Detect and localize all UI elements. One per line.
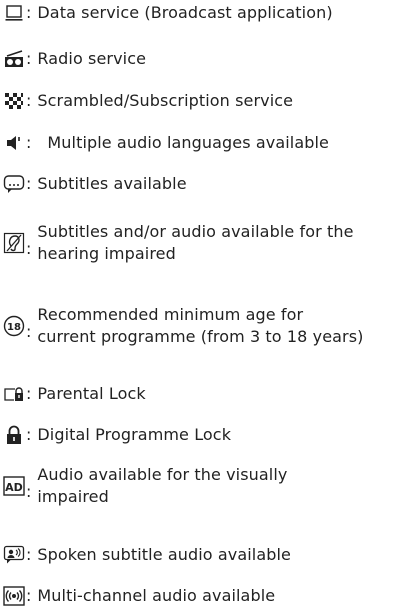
hearing-impaired-icon — [3, 232, 25, 254]
legend-row-parental-lock: : Parental Lock — [0, 383, 408, 405]
spoken-subtitle-icon — [3, 544, 25, 566]
radio-service-icon — [3, 48, 25, 70]
legend-label: Spoken subtitle audio available — [37, 545, 291, 564]
legend-row-multiple-audio: : Multiple audio languages available — [0, 132, 408, 154]
scrambled-service-icon — [3, 90, 25, 112]
legend-row-age-rating: 18 : Recommended minimum age for current… — [0, 304, 408, 348]
legend-colon: : — [26, 322, 32, 341]
legend-label-line2: impaired — [37, 487, 109, 506]
legend-colon: : — [26, 239, 32, 258]
legend-colon: : — [26, 133, 32, 152]
parental-lock-icon — [3, 383, 25, 405]
subtitles-icon — [3, 173, 25, 195]
legend-label: Multi-channel audio available — [37, 586, 276, 605]
legend-row-spoken-subtitle: : Spoken subtitle audio available — [0, 544, 408, 566]
legend-label: Data service (Broadcast application) — [37, 3, 333, 22]
legend-label-line2: current programme (from 3 to 18 years) — [37, 327, 364, 346]
legend-label: Multiple audio languages available — [47, 133, 329, 152]
legend-colon: : — [26, 384, 32, 403]
legend-colon: : — [26, 482, 32, 501]
legend-row-radio-service: : Radio service — [0, 48, 408, 70]
legend-row-multi-channel-audio: : Multi-channel audio available — [0, 585, 408, 607]
audio-description-icon: AD — [3, 475, 25, 497]
legend-colon: : — [26, 586, 32, 605]
legend-label: Subtitles and/or audio available for the — [37, 222, 354, 241]
legend-row-data-service: : Data service (Broadcast application) — [0, 2, 408, 24]
legend-label: Scrambled/Subscription service — [37, 91, 294, 110]
legend-row-subtitles: : Subtitles available — [0, 173, 408, 195]
legend-label: Audio available for the visually — [37, 465, 288, 484]
audio-description-text: AD — [5, 481, 23, 494]
legend-label: Digital Programme Lock — [37, 425, 232, 444]
legend-label: Radio service — [37, 49, 147, 68]
legend-colon: : — [26, 49, 32, 68]
legend-row-scrambled-service: : Scrambled/Subscription service — [0, 90, 408, 112]
multiple-audio-icon — [3, 132, 25, 154]
legend-colon: : — [26, 545, 32, 564]
legend-label: Subtitles available — [37, 174, 187, 193]
legend-label-line2: hearing impaired — [37, 244, 176, 263]
legend-row-programme-lock: : Digital Programme Lock — [0, 424, 408, 446]
padlock-icon — [3, 424, 25, 446]
legend-colon: : — [26, 91, 32, 110]
legend-label-block: Recommended minimum age for current prog… — [37, 304, 363, 348]
multi-channel-audio-icon — [3, 585, 25, 607]
legend-label-block: Audio available for the visually impaire… — [37, 464, 287, 508]
age-rating-text: 18 — [7, 322, 21, 333]
icon-legend: : Data service (Broadcast application) :… — [0, 0, 408, 616]
legend-label-block: Subtitles and/or audio available for the… — [37, 221, 353, 265]
legend-row-audio-description: AD : Audio available for the visually im… — [0, 464, 408, 508]
legend-colon: : — [26, 3, 32, 22]
data-service-icon — [3, 2, 25, 24]
legend-colon: : — [26, 174, 32, 193]
legend-label: Recommended minimum age for — [37, 305, 304, 324]
legend-label: Parental Lock — [37, 384, 146, 403]
legend-row-hearing-impaired: : Subtitles and/or audio available for t… — [0, 221, 408, 265]
age-rating-icon: 18 — [3, 315, 25, 337]
legend-colon: : — [26, 425, 32, 444]
